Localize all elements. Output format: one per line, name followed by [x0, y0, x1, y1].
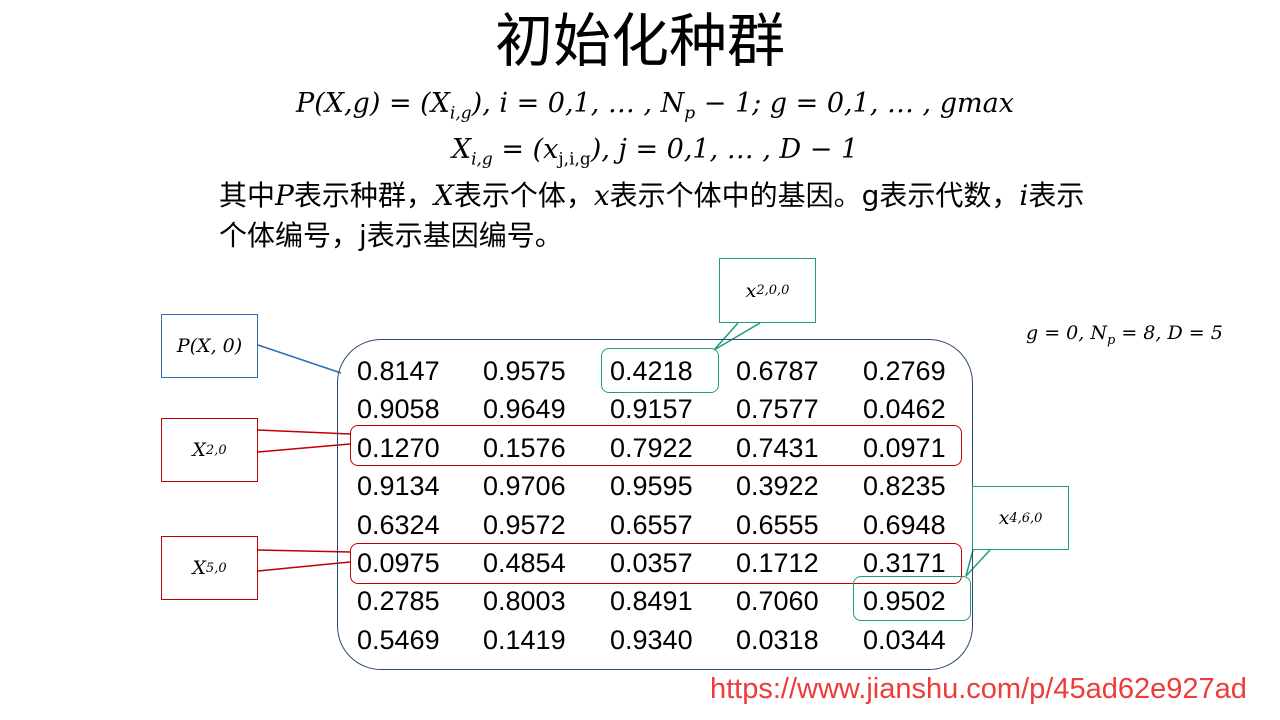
- matrix-cell: 0.7577: [736, 394, 819, 424]
- matrix-cell: 0.0462: [863, 394, 946, 424]
- individual-5-callout: X 5,0: [161, 536, 258, 600]
- matrix-cell: 0.8147: [357, 356, 440, 386]
- gene-200-base: x: [745, 279, 757, 302]
- individual-2-highlight: [350, 425, 962, 466]
- matrix-cell: 0.9340: [610, 625, 693, 655]
- matrix-cell: 0.2769: [863, 356, 946, 386]
- source-url-watermark: https://www.jianshu.com/p/45ad62e927ad: [710, 673, 1247, 705]
- population-connector: [257, 344, 342, 374]
- gene-460-base: x: [998, 507, 1010, 529]
- population-callout: P(X, 0): [161, 314, 258, 378]
- matrix-cell: 0.2785: [357, 586, 440, 616]
- matrix-cell: 0.9157: [610, 394, 693, 424]
- gene-200-highlight: [601, 348, 719, 393]
- individual-2-sub: 2,0: [205, 442, 227, 458]
- matrix-cell: 0.6557: [610, 510, 693, 540]
- matrix-cell: 0.9134: [357, 471, 440, 501]
- matrix-cell: 0.6787: [736, 356, 819, 386]
- gene-460-callout: x 4,6,0: [972, 486, 1069, 550]
- matrix-cell: 0.6555: [736, 510, 819, 540]
- matrix-cell: 0.9058: [357, 394, 440, 424]
- matrix-cell: 0.5469: [357, 625, 440, 655]
- gene-200-sub: 2,0,0: [756, 283, 790, 298]
- matrix-cell: 0.6324: [357, 510, 440, 540]
- individual-2-base: X: [192, 439, 206, 461]
- matrix-cell: 0.9649: [483, 394, 566, 424]
- matrix-cell: 0.8235: [863, 471, 946, 501]
- matrix-cell: 0.8003: [483, 586, 566, 616]
- matrix-cell: 0.9575: [483, 356, 566, 386]
- gene-200-callout: x 2,0,0: [719, 258, 816, 323]
- matrix-cell: 0.3922: [736, 471, 819, 501]
- matrix-cell: 0.0344: [863, 625, 946, 655]
- params-part1: g = 0, N: [1026, 322, 1107, 344]
- individual-5-base: X: [192, 557, 206, 579]
- matrix-cell: 0.6948: [863, 510, 946, 540]
- matrix-cell: 0.9572: [483, 510, 566, 540]
- matrix-cell: 0.9595: [610, 471, 693, 501]
- matrix-cell: 0.8491: [610, 586, 693, 616]
- parameters-label: g = 0, Np = 8, D = 5: [1026, 322, 1223, 348]
- individual-2-callout: X 2,0: [161, 418, 258, 482]
- gene-460-highlight: [853, 576, 971, 621]
- individual-5-sub: 5,0: [205, 560, 227, 576]
- matrix-cell: 0.9706: [483, 471, 566, 501]
- matrix-cell: 0.0318: [736, 625, 819, 655]
- params-part2: = 8, D = 5: [1115, 322, 1223, 344]
- matrix-cell: 0.1419: [483, 625, 566, 655]
- matrix-cell: 0.7060: [736, 586, 819, 616]
- gene-460-sub: 4,6,0: [1009, 510, 1043, 526]
